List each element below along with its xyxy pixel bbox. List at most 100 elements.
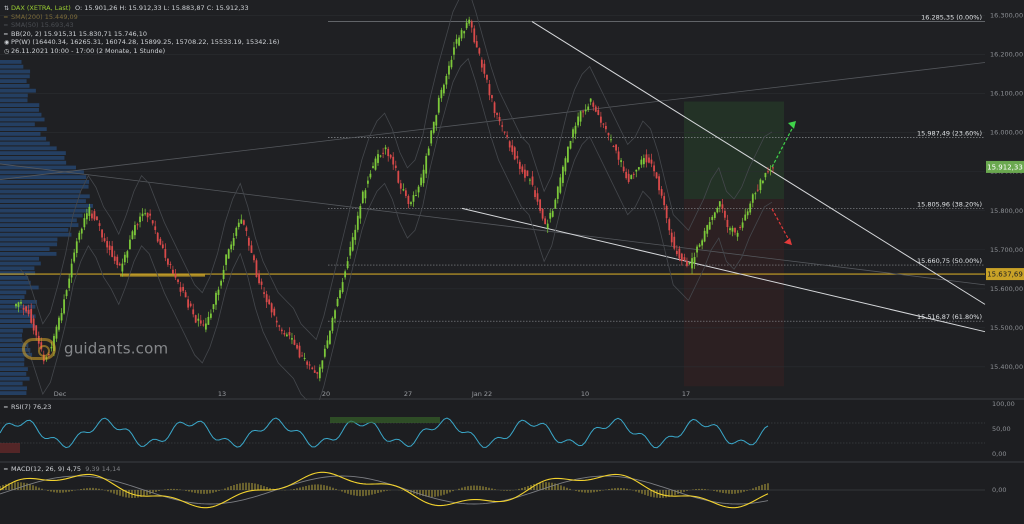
candle-body — [294, 340, 296, 345]
candle-body — [83, 218, 85, 227]
candle-body — [167, 259, 169, 265]
volume-profile-bar — [0, 314, 36, 318]
candle-body — [722, 204, 724, 208]
candle-body — [651, 160, 653, 164]
candle-body — [395, 166, 397, 168]
rsi-pane — [0, 400, 1024, 461]
candle-body — [521, 166, 523, 172]
candle-body — [671, 233, 673, 243]
candle-body — [608, 133, 610, 135]
time-tick-label: 10 — [581, 390, 589, 398]
volume-profile-bar — [0, 70, 30, 74]
candle-body — [197, 319, 199, 321]
candle-body — [289, 332, 291, 335]
candle-body — [719, 201, 721, 206]
candle-body — [747, 211, 749, 215]
candle-body — [430, 131, 432, 144]
volume-profile-bar — [0, 132, 40, 136]
candle-body — [618, 151, 620, 159]
candle-body — [565, 158, 567, 171]
candle-body — [572, 129, 574, 137]
clock-icon: ◷ — [4, 48, 11, 56]
candle-body — [266, 294, 268, 302]
candle-body — [124, 255, 126, 262]
chart-canvas[interactable]: 16.300,00 16.200,00 16.100,00 16.000,00 15.9… — [0, 0, 1024, 524]
candle-body — [676, 251, 678, 254]
candle-body — [752, 194, 754, 202]
candle-body — [494, 102, 496, 113]
volume-profile-bar — [0, 103, 39, 107]
candle-body — [137, 224, 139, 225]
candle-body — [187, 299, 189, 307]
candle-body — [273, 309, 275, 316]
candle-body — [311, 368, 313, 370]
candle-body — [511, 145, 513, 152]
chart-settings-icon[interactable]: ⇅ — [4, 5, 11, 13]
candle-body — [757, 190, 759, 191]
price-tick-label: 15.800,00 — [990, 207, 1023, 215]
candle-body — [435, 115, 437, 125]
candle-body — [296, 345, 298, 349]
candle-body — [453, 47, 455, 54]
candle-body — [159, 239, 161, 245]
candle-body — [562, 167, 564, 183]
candle-body — [661, 189, 663, 196]
volume-profile-bar — [0, 137, 46, 141]
volume-profile-bar — [0, 209, 90, 213]
candle-body — [605, 126, 607, 129]
candle-body — [466, 23, 468, 29]
candle-body — [182, 287, 184, 291]
indicator-sma50[interactable]: ━ SMA(50) 15.693,43 — [4, 21, 74, 30]
candle-body — [372, 166, 374, 168]
candle-body — [327, 340, 329, 347]
volume-profile-bar — [0, 257, 39, 261]
guidants-logo: guidants.com — [22, 338, 168, 360]
volume-profile-bar — [0, 324, 35, 328]
fib-label: 15.805,96 (38.20%) — [917, 200, 982, 208]
candle-body — [600, 117, 602, 123]
candle-body — [468, 20, 470, 24]
volume-profile-bar — [0, 391, 26, 395]
candle-body — [519, 162, 521, 169]
rsi-overbought-fill — [330, 417, 440, 423]
candle-body — [268, 299, 270, 304]
candle-body — [673, 237, 675, 249]
volume-profile-bar — [0, 319, 31, 323]
indicator-pp[interactable]: ◉ PP(W) (16440.34, 16265.31, 16074.28, 15… — [4, 38, 279, 47]
candle-body — [25, 306, 27, 311]
candle-body — [94, 211, 96, 219]
rsi-tick-label: 100,00 — [992, 400, 1015, 408]
candle-body — [516, 156, 518, 158]
candle-body — [66, 290, 68, 296]
volume-profile-bar — [0, 161, 66, 165]
candle-body — [737, 233, 739, 237]
candle-body — [739, 227, 741, 228]
candle-body — [314, 370, 316, 373]
candle-body — [559, 177, 561, 192]
candle-body — [28, 310, 30, 315]
candle-body — [567, 147, 569, 163]
candle-body — [473, 28, 475, 42]
candle-body — [299, 346, 301, 358]
candle-body — [706, 225, 708, 234]
candle-body — [478, 48, 480, 53]
candle-body — [425, 156, 427, 174]
volume-profile-bar — [0, 362, 24, 366]
time-range[interactable]: ◷ 26.11.2021 10:00 - 17:00 (2 Monate, 1 S… — [4, 47, 165, 56]
volume-profile-bar — [0, 252, 56, 256]
candle-body — [402, 189, 404, 190]
candle-body — [251, 245, 253, 253]
candle-body — [554, 200, 556, 209]
candle-body — [392, 157, 394, 165]
candle-body — [88, 207, 90, 216]
candle-body — [529, 180, 531, 181]
candle-body — [337, 299, 339, 306]
candle-body — [410, 202, 412, 204]
candle-body — [681, 254, 683, 261]
macd-tick-label: 0,00 — [992, 486, 1006, 494]
volume-profile-bar — [0, 94, 28, 98]
candle-body — [106, 241, 108, 247]
rsi-tick-label: 50,00 — [992, 425, 1011, 433]
candle-body — [686, 261, 688, 266]
candle-body — [126, 251, 128, 257]
